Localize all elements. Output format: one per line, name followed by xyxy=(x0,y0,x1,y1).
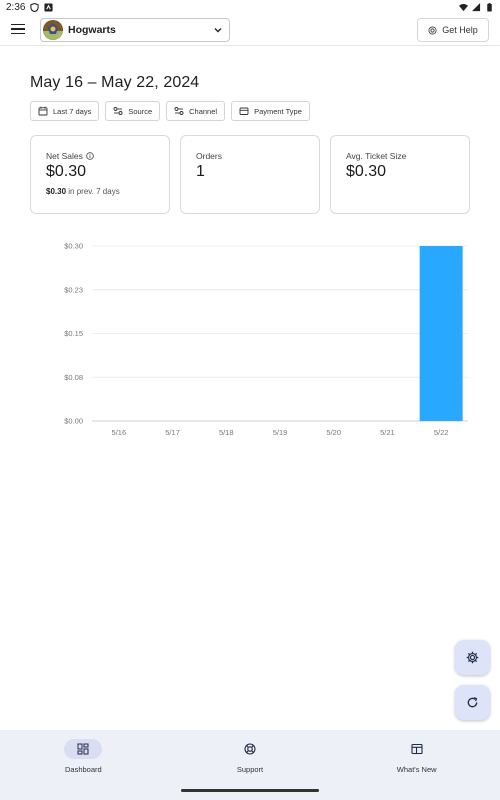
nav-dashboard[interactable]: Dashboard xyxy=(0,730,167,800)
app-bar: Hogwarts Get Help xyxy=(0,14,500,46)
settings-fab[interactable] xyxy=(455,640,490,675)
menu-icon-line xyxy=(11,23,25,26)
filter-source[interactable]: Source xyxy=(105,101,161,121)
location-selector[interactable]: Hogwarts xyxy=(40,18,230,42)
card-title: Orders xyxy=(196,151,222,161)
card-comparison: $0.30 in prev. 7 days xyxy=(46,187,154,196)
card-value: 1 xyxy=(196,163,205,180)
status-time: 2:36 xyxy=(6,1,26,13)
x-tick-label: 5/22 xyxy=(434,428,449,437)
x-tick-label: 5/21 xyxy=(380,428,395,437)
date-range-title: May 16 – May 22, 2024 xyxy=(30,74,200,91)
net-sales-title-row: Net Sales xyxy=(46,151,154,161)
menu-button[interactable] xyxy=(8,19,28,39)
orders-card[interactable]: Orders 1 xyxy=(180,135,320,214)
wifi-icon xyxy=(459,3,468,11)
nav-label: Support xyxy=(236,765,264,774)
summary-cards: Net Sales $0.30 $0.30 in prev. 7 days Or… xyxy=(30,135,470,214)
x-tick-label: 5/19 xyxy=(273,428,288,437)
nav-icon-container xyxy=(231,739,269,759)
nav-icon-container xyxy=(64,739,103,759)
card-value: $0.30 xyxy=(46,163,87,180)
source-icon xyxy=(113,107,123,115)
card-prev-suffix: in prev. 7 days xyxy=(66,187,120,196)
card-value: $0.30 xyxy=(346,163,387,180)
x-tick-label: 5/17 xyxy=(165,428,180,437)
screen: 2:36 Hogwarts Get Help May 16 – May 22, … xyxy=(0,0,500,800)
news-icon xyxy=(411,743,423,755)
filter-label: Last 7 days xyxy=(53,106,92,116)
lifebuoy-icon xyxy=(244,743,256,755)
location-name: Hogwarts xyxy=(68,24,116,36)
status-bar: 2:36 xyxy=(0,0,500,14)
x-tick-label: 5/20 xyxy=(326,428,341,437)
nav-icon-container xyxy=(398,739,436,759)
avg-ticket-card[interactable]: Avg. Ticket Size $0.30 xyxy=(330,135,470,214)
y-tick-label: $0.15 xyxy=(64,329,83,338)
x-tick-label: 5/16 xyxy=(112,428,127,437)
dashboard-grid-icon xyxy=(77,743,89,755)
y-tick-label: $0.23 xyxy=(64,285,83,294)
help-lifebuoy-icon xyxy=(428,25,437,35)
card-title: Avg. Ticket Size xyxy=(346,151,407,161)
filter-bar: Last 7 days Source Channel Payment Type xyxy=(30,101,310,121)
card-icon xyxy=(239,107,249,115)
info-icon[interactable] xyxy=(86,152,94,160)
menu-icon-line xyxy=(11,32,25,35)
get-help-button[interactable]: Get Help xyxy=(417,18,489,42)
nav-whats-new[interactable]: What's New xyxy=(333,730,500,800)
signal-icon xyxy=(472,2,481,11)
filter-label: Payment Type xyxy=(254,106,302,116)
calendar-icon xyxy=(38,106,48,116)
location-avatar xyxy=(43,20,63,40)
notification-icon xyxy=(44,2,54,12)
home-indicator xyxy=(181,789,319,792)
shield-icon xyxy=(30,2,40,12)
x-tick-label: 5/18 xyxy=(219,428,234,437)
filter-date-range[interactable]: Last 7 days xyxy=(30,101,100,121)
filter-label: Channel xyxy=(189,106,218,116)
y-tick-label: $0.08 xyxy=(64,373,83,382)
card-prev-value: $0.30 xyxy=(46,187,67,196)
nav-label: Dashboard xyxy=(64,765,102,774)
refresh-fab[interactable] xyxy=(455,685,490,720)
y-tick-label: $0.30 xyxy=(64,242,83,251)
y-tick-label: $0.00 xyxy=(64,417,83,426)
refresh-icon xyxy=(467,697,478,708)
battery-icon xyxy=(487,2,492,12)
filter-payment-type[interactable]: Payment Type xyxy=(231,101,310,121)
hogwarts-avatar-icon xyxy=(43,20,63,40)
card-title: Net Sales xyxy=(46,151,83,161)
net-sales-card[interactable]: Net Sales $0.30 $0.30 in prev. 7 days xyxy=(30,135,170,214)
menu-icon-line xyxy=(11,28,25,30)
filter-channel[interactable]: Channel xyxy=(166,101,226,121)
chevron-down-icon xyxy=(214,28,222,33)
nav-label: What's New xyxy=(396,765,437,774)
filter-label: Source xyxy=(128,106,153,116)
gear-icon xyxy=(466,651,479,664)
get-help-label: Get Help xyxy=(442,25,478,35)
bar-chart: $0.00 $0.08 $0.15 $0.23 $0.30 5/16 5/17 5/18 5/1… xyxy=(64,242,468,437)
channel-icon xyxy=(174,107,184,115)
net-sales-chart: $0.00 $0.08 $0.15 $0.23 $0.30 5/16 5/17 5/18 5/1… xyxy=(40,236,480,446)
bar xyxy=(419,246,463,421)
